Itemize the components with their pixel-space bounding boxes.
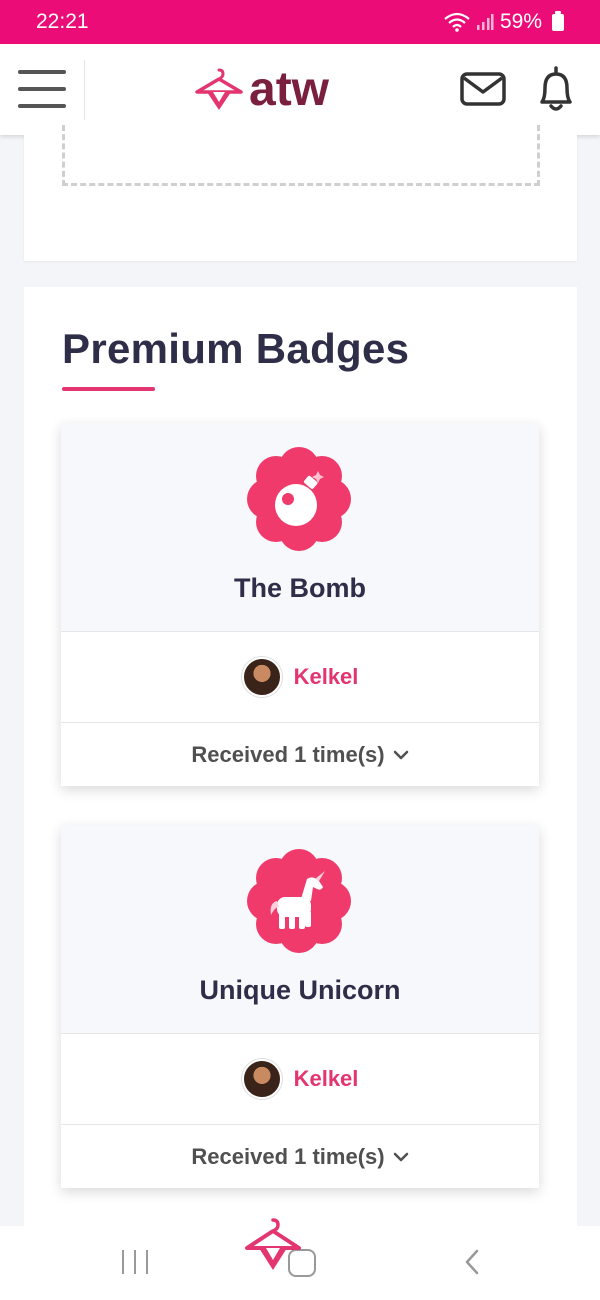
badge-card: The Bomb Kelkel Received 1 time(s): [61, 423, 539, 786]
dropzone[interactable]: [62, 125, 540, 186]
site-logo[interactable]: atw: [193, 62, 329, 118]
mail-icon[interactable]: [460, 72, 506, 106]
upload-card: [24, 125, 577, 261]
back-button[interactable]: [462, 1248, 482, 1276]
unicorn-icon: [247, 849, 351, 953]
badge-name: The Bomb: [234, 573, 366, 603]
menu-icon[interactable]: [18, 70, 66, 108]
user-name-link[interactable]: Kelkel: [294, 664, 359, 690]
avatar: [241, 657, 282, 697]
bell-icon[interactable]: [534, 66, 578, 112]
badge-name: Unique Unicorn: [199, 975, 401, 1005]
received-toggle[interactable]: Received 1 time(s): [61, 1125, 539, 1188]
badge-recipient[interactable]: Kelkel: [61, 1034, 539, 1125]
battery-icon: [552, 10, 564, 31]
status-time: 22:21: [36, 10, 89, 33]
header-divider: [84, 60, 85, 120]
logo-text: atw: [249, 63, 330, 116]
chevron-down-icon: [393, 1152, 408, 1161]
chevron-down-icon: [393, 750, 408, 759]
bomb-icon: [247, 447, 351, 551]
app-header: atw: [0, 44, 600, 135]
floating-hanger-icon[interactable]: [243, 1216, 303, 1274]
recent-apps-button[interactable]: [122, 1250, 148, 1274]
badge-recipient[interactable]: Kelkel: [61, 632, 539, 723]
received-toggle[interactable]: Received 1 time(s): [61, 723, 539, 786]
battery-percent: 59%: [499, 10, 542, 33]
title-underline: [62, 387, 155, 391]
badge-card: Unique Unicorn Kelkel Received 1 time(s): [61, 825, 539, 1188]
avatar: [241, 1059, 282, 1099]
badge-header: The Bomb: [61, 423, 539, 632]
section-title: Premium Badges: [62, 325, 410, 372]
received-label: Received 1 time(s): [191, 741, 385, 767]
premium-badges-section: Premium Badges The Bomb Kelkel Received …: [24, 287, 577, 1227]
received-label: Received 1 time(s): [191, 1143, 385, 1169]
hanger-logo-icon: [195, 68, 243, 110]
user-name-link[interactable]: Kelkel: [294, 1066, 359, 1092]
badge-header: Unique Unicorn: [61, 825, 539, 1034]
status-bar: 22:21 59%: [0, 0, 600, 44]
signal-icon: [476, 14, 494, 30]
status-indicators: 59%: [444, 10, 564, 34]
wifi-icon: [444, 12, 470, 32]
